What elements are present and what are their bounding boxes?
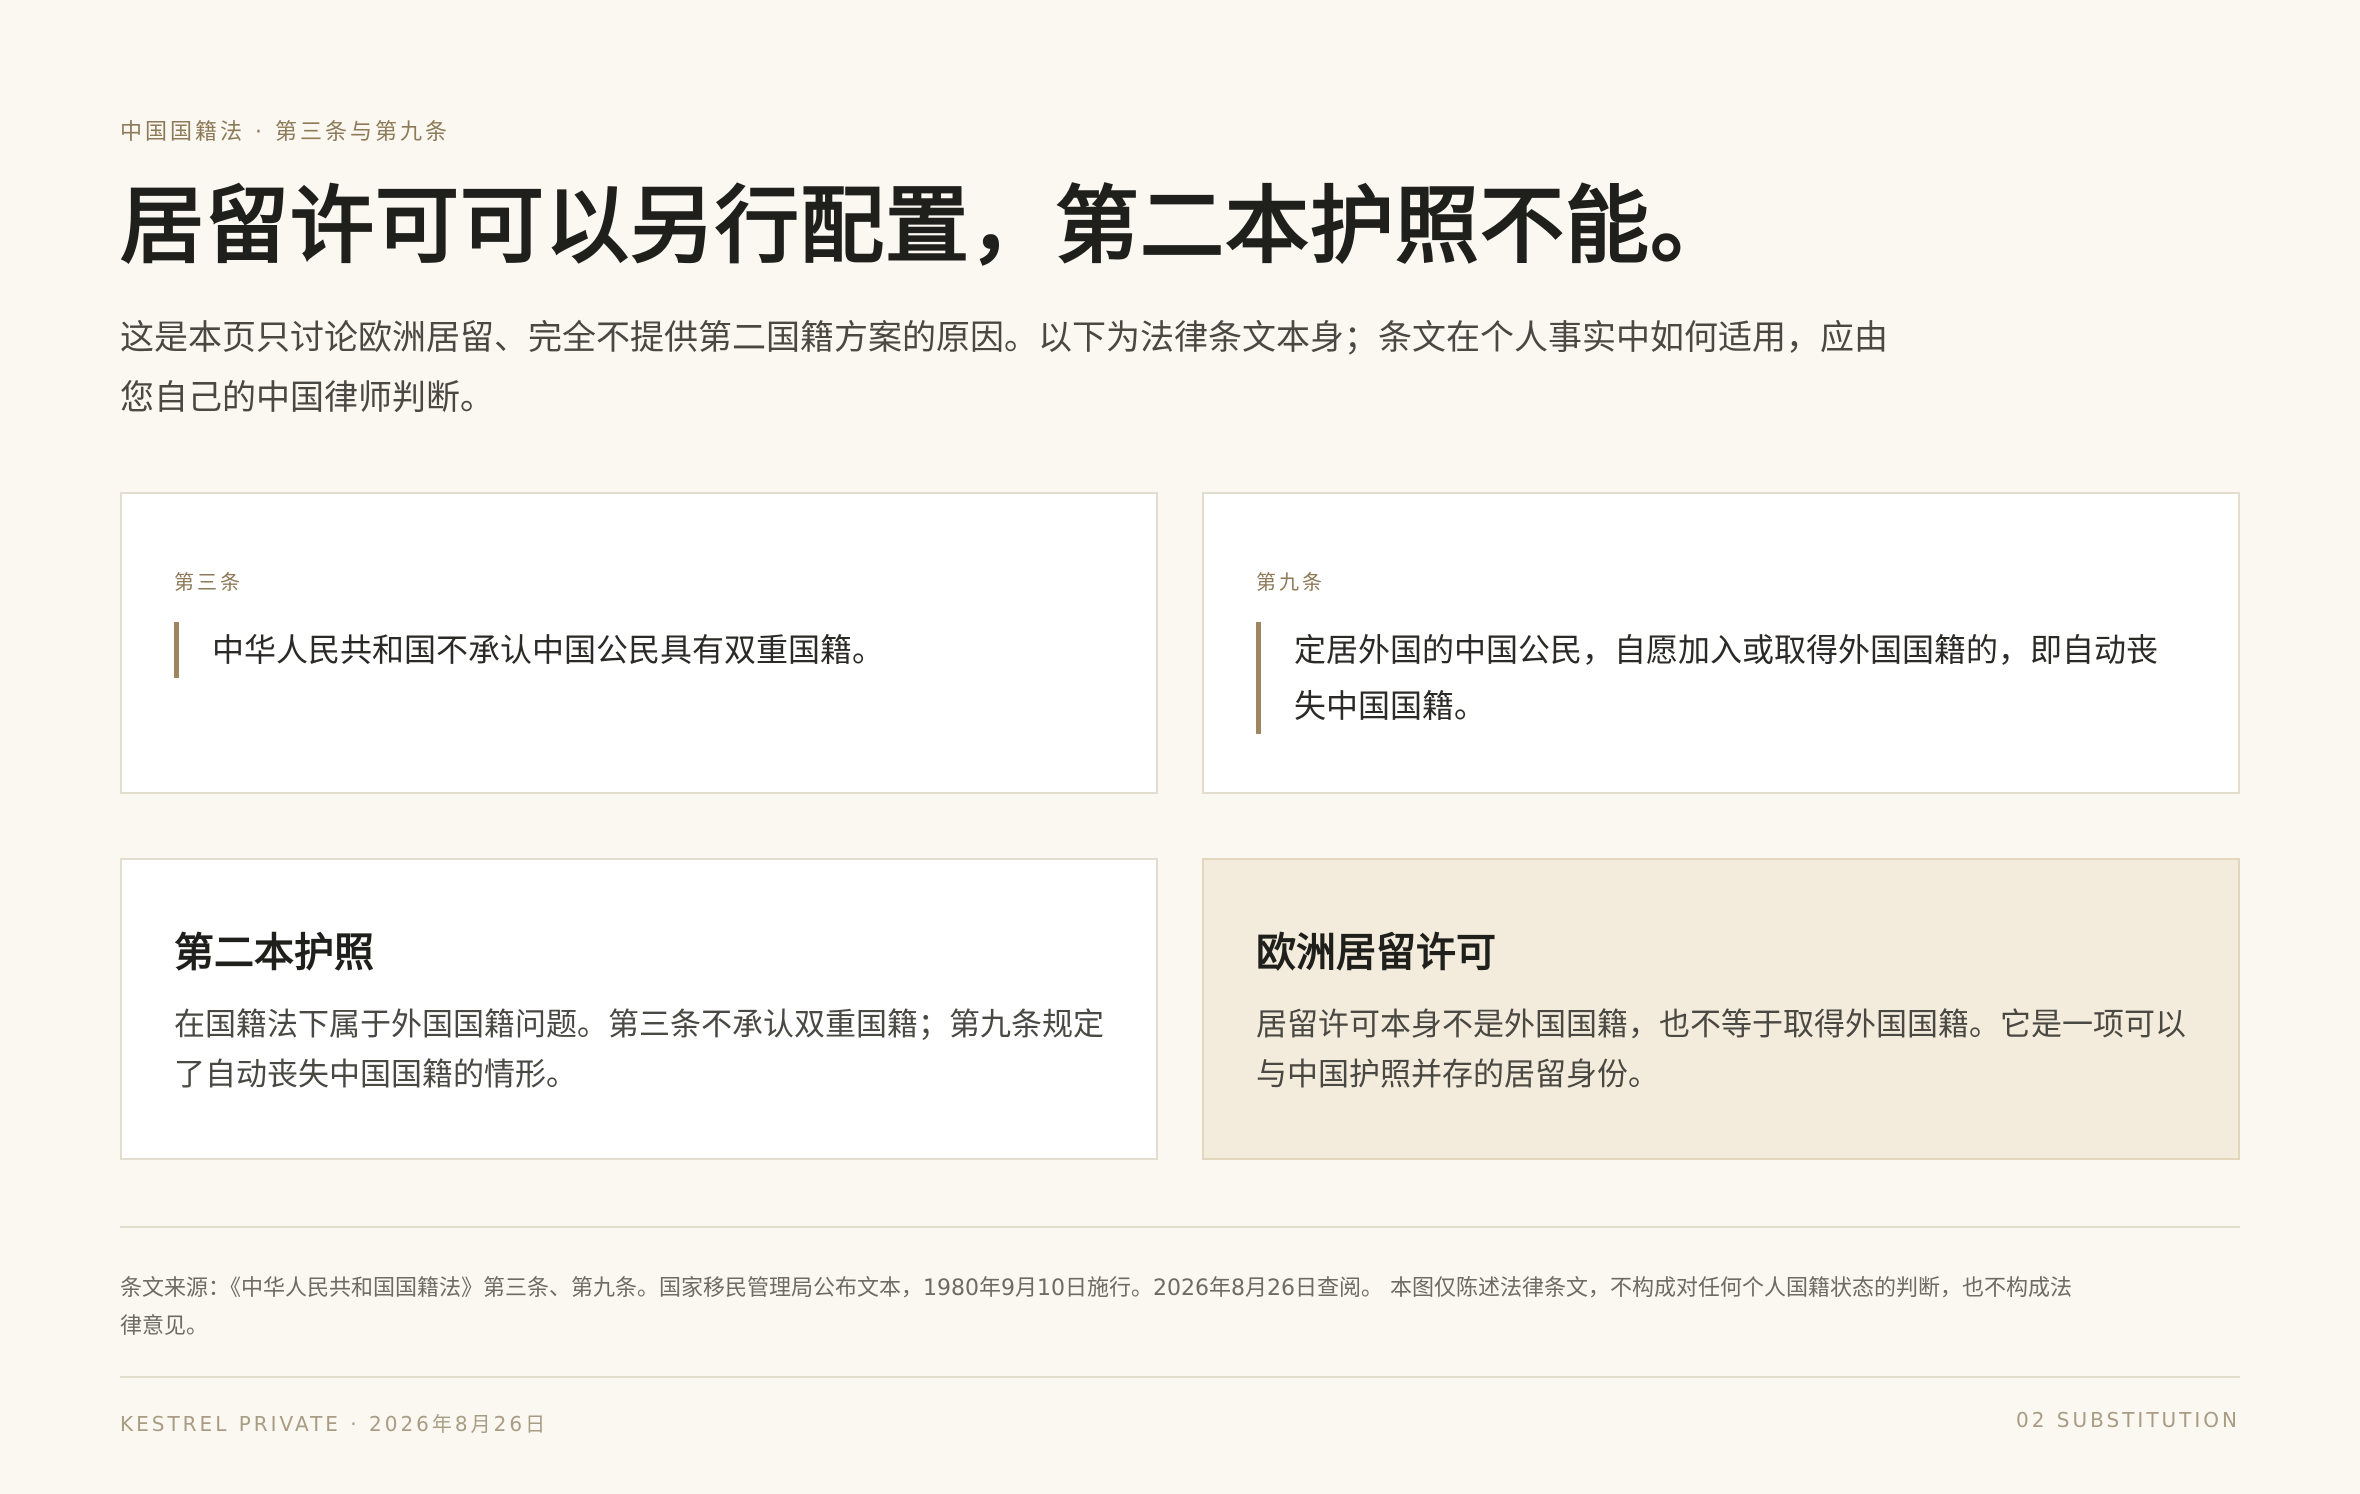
card-title: 第二本护照 [174,930,374,976]
footer-page-label: 02 SUBSTITUTION [2016,1408,2240,1432]
page: 中国国籍法 · 第三条与第九条 居留许可可以另行配置，第二本护照不能。 这是本页… [0,0,2360,1494]
footer-brand: KESTREL PRIVATE · 2026年8月26日 [120,1412,549,1436]
article-label: 第九条 [1256,570,1325,594]
eyebrow-label: 中国国籍法 · 第三条与第九条 [120,120,450,145]
divider [120,1376,2240,1378]
article-label: 第三条 [174,570,243,594]
article-card-9: 第九条 定居外国的中国公民，自愿加入或取得外国国籍的，即自动丧失中国国籍。 [1202,492,2240,794]
card-body: 居留许可本身不是外国国籍，也不等于取得外国国籍。它是一项可以与中国护照并存的居留… [1256,1007,2186,1093]
card-body: 在国籍法下属于外国国籍问题。第三条不承认双重国籍；第九条规定了自动丧失中国国籍的… [174,1007,1104,1093]
card-title: 欧洲居留许可 [1256,930,1496,976]
lede-paragraph: 这是本页只讨论欧洲居留、完全不提供第二国籍方案的原因。以下为法律条文本身；条文在… [120,318,1888,418]
article-quote: 定居外国的中国公民，自愿加入或取得外国国籍的，即自动丧失中国国籍。 [1256,622,2186,734]
second-passport-card: 第二本护照 在国籍法下属于外国国籍问题。第三条不承认双重国籍；第九条规定了自动丧… [120,858,1158,1160]
source-note: 条文来源：《中华人民共和国国籍法》第三条、第九条。国家移民管理局公布文本，198… [120,1276,2072,1339]
article-quote: 中华人民共和国不承认中国公民具有双重国籍。 [174,622,1104,678]
article-card-3: 第三条 中华人民共和国不承认中国公民具有双重国籍。 [120,492,1158,794]
eu-residence-card: 欧洲居留许可 居留许可本身不是外国国籍，也不等于取得外国国籍。它是一项可以与中国… [1202,858,2240,1160]
divider [120,1226,2240,1228]
page-title: 居留许可可以另行配置，第二本护照不能。 [120,177,1736,275]
